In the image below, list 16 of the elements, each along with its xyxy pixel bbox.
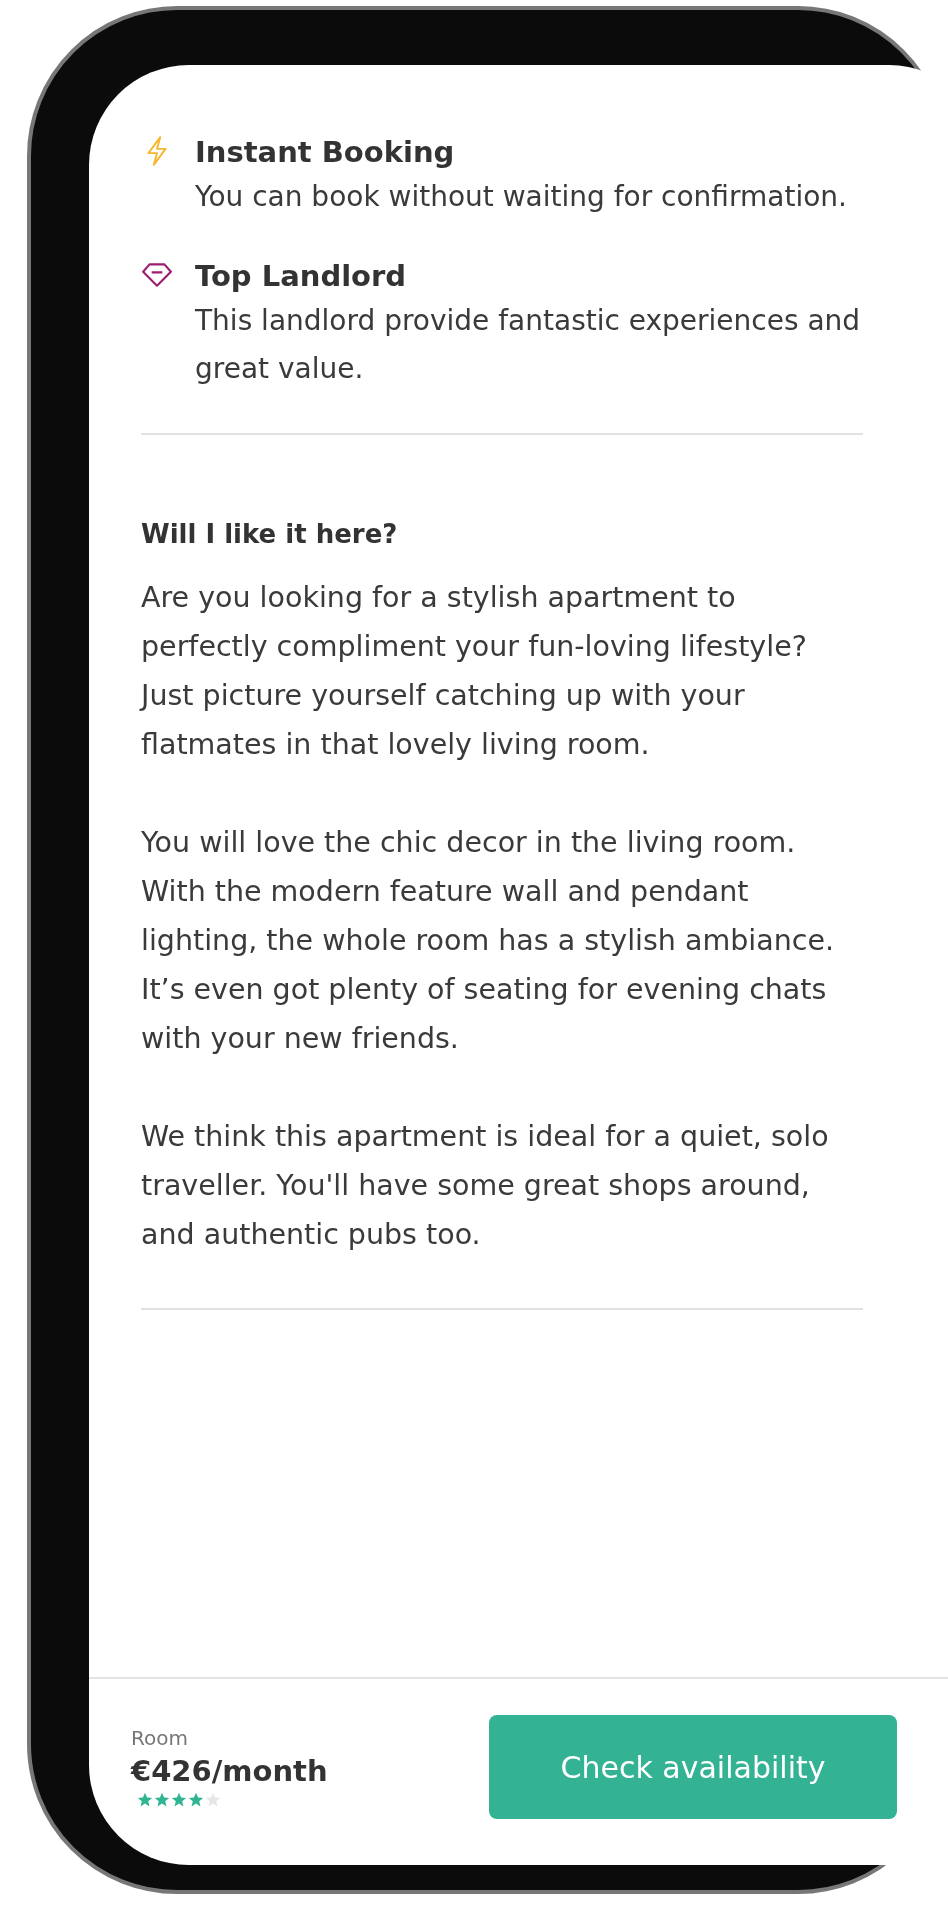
feature-description: You can book without waiting for confirmation. [195, 179, 847, 215]
check-availability-button[interactable]: Check availability [489, 1715, 897, 1819]
price-label: €426/month [131, 1754, 328, 1788]
star-icon [188, 1792, 204, 1808]
room-label: Room [131, 1726, 189, 1750]
star-icon [137, 1792, 153, 1808]
paragraph: You will love the chic decor in the living room. With the modern feature wall and pendant lighting, the whole room has a stylish ambiance. It’s even got plenty of seating for evening chats with your new friends. [141, 825, 835, 1057]
feature-description: This landlord provide fantastic experiences and great value. [195, 303, 862, 387]
star-icon [171, 1792, 187, 1808]
star-icon [154, 1792, 170, 1808]
paragraph: We think this apartment is ideal for a quiet, solo traveller. You'll have some great shops around, and authentic pubs too. [141, 1119, 830, 1253]
star-icon [205, 1792, 221, 1808]
paragraph: Are you looking for a stylish apartment to perfectly compliment your fun-loving lifestyle? Just picture yourself catching up with your flatmates in that lovely living room. [141, 580, 808, 763]
feature-title: Instant Booking [195, 134, 456, 171]
feature-title: Top Landlord [195, 258, 408, 295]
section-heading: Will I like it here? [141, 519, 399, 549]
